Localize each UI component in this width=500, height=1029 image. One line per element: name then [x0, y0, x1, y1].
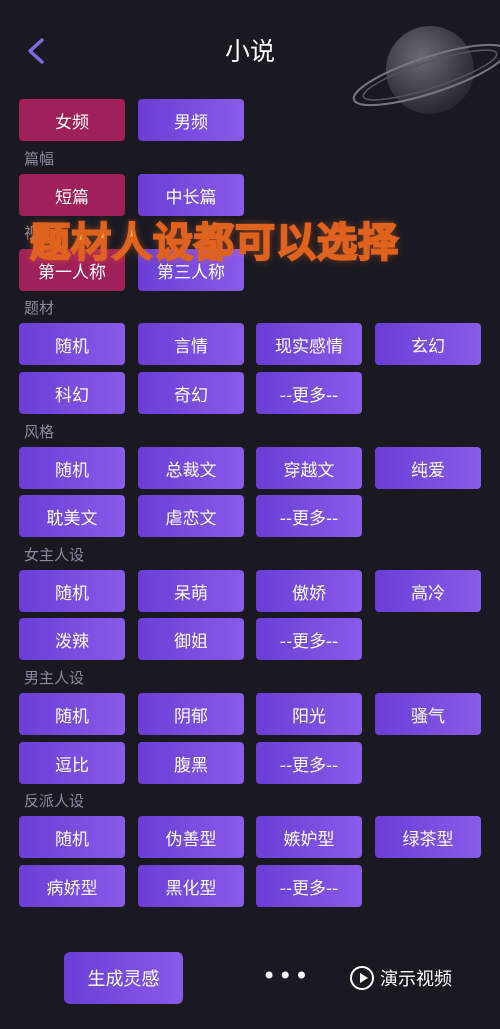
chip-female-random[interactable]: 随机 [19, 570, 125, 612]
chip-female-channel[interactable]: 女频 [19, 99, 125, 141]
section-label-theme: 题材 [24, 299, 55, 317]
chip-female-fierce[interactable]: 泼辣 [19, 618, 125, 660]
chip-male-funny[interactable]: 逗比 [19, 742, 125, 784]
chip-theme-realistic[interactable]: 现实感情 [256, 323, 362, 365]
generate-button[interactable]: 生成灵感 [64, 952, 183, 1004]
chip-villain-greentea[interactable]: 绿茶型 [375, 816, 481, 858]
chip-female-tsundere[interactable]: 傲娇 [256, 570, 362, 612]
chip-male-more[interactable]: --更多-- [256, 742, 362, 784]
chip-villain-more[interactable]: --更多-- [256, 865, 362, 907]
play-icon [350, 966, 374, 990]
section-label-length: 篇幅 [24, 150, 55, 168]
demo-video-button[interactable]: 演示视频 [350, 965, 452, 991]
chip-villain-yandere[interactable]: 病娇型 [19, 865, 125, 907]
chip-style-timetravel[interactable]: 穿越文 [256, 447, 362, 489]
chip-style-ceo[interactable]: 总裁文 [138, 447, 244, 489]
chip-theme-xuanhuan[interactable]: 玄幻 [375, 323, 481, 365]
chip-villain-darkened[interactable]: 黑化型 [138, 865, 244, 907]
bottom-bar: 生成灵感 ••• 演示视频 [0, 940, 500, 1029]
section-label-female-lead: 女主人设 [24, 546, 85, 564]
promo-overlay-text: 题材人设都可以选择 [29, 219, 399, 267]
chip-style-more[interactable]: --更多-- [256, 495, 362, 537]
chip-style-angst[interactable]: 虐恋文 [138, 495, 244, 537]
chip-female-cold[interactable]: 高冷 [375, 570, 481, 612]
chip-male-flirty[interactable]: 骚气 [375, 693, 481, 735]
chip-theme-fantasy[interactable]: 奇幻 [138, 372, 244, 414]
chip-theme-scifi[interactable]: 科幻 [19, 372, 125, 414]
chip-villain-hypocrite[interactable]: 伪善型 [138, 816, 244, 858]
chip-male-sunny[interactable]: 阳光 [256, 693, 362, 735]
more-options-button[interactable]: ••• [262, 962, 310, 990]
chip-style-random[interactable]: 随机 [19, 447, 125, 489]
chip-style-purelove[interactable]: 纯爱 [375, 447, 481, 489]
planet-decoration-icon [352, 26, 500, 114]
chip-male-scheming[interactable]: 腹黑 [138, 742, 244, 784]
chip-theme-more[interactable]: --更多-- [256, 372, 362, 414]
section-label-villain: 反派人设 [24, 792, 85, 810]
chip-male-random[interactable]: 随机 [19, 693, 125, 735]
chip-villain-random[interactable]: 随机 [19, 816, 125, 858]
section-label-male-lead: 男主人设 [24, 669, 85, 687]
demo-video-label: 演示视频 [380, 969, 452, 990]
section-label-style: 风格 [24, 423, 55, 441]
header: 小说 [0, 0, 500, 114]
chip-theme-random[interactable]: 随机 [19, 323, 125, 365]
chip-male-gloomy[interactable]: 阴郁 [138, 693, 244, 735]
chip-villain-jealous[interactable]: 嫉妒型 [256, 816, 362, 858]
chip-style-bl[interactable]: 耽美文 [19, 495, 125, 537]
chip-female-more[interactable]: --更多-- [256, 618, 362, 660]
chip-male-channel[interactable]: 男频 [138, 99, 244, 141]
chip-theme-romance[interactable]: 言情 [138, 323, 244, 365]
chip-female-cute[interactable]: 呆萌 [138, 570, 244, 612]
chip-female-yujie[interactable]: 御姐 [138, 618, 244, 660]
